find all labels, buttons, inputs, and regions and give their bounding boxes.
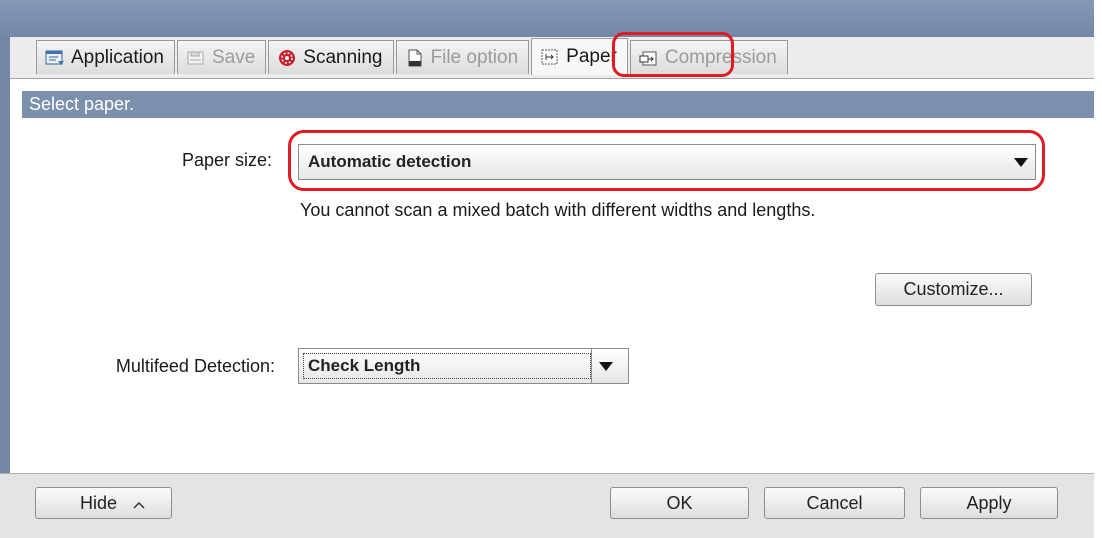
hide-button-label: Hide — [80, 492, 118, 513]
customize-button[interactable]: Customize... — [875, 273, 1032, 306]
application-icon — [45, 49, 65, 67]
tab-file-option-label: File option — [430, 46, 519, 68]
multifeed-detection-value: Check Length — [303, 353, 591, 379]
hide-button[interactable]: Hide — [35, 487, 172, 519]
tab-paper[interactable]: Paper — [531, 38, 628, 75]
multifeed-detection-dropdown[interactable]: Check Length — [298, 348, 629, 384]
paper-size-value: Automatic detection — [308, 152, 472, 171]
cancel-button[interactable]: Cancel — [764, 487, 905, 519]
window-top-frame — [0, 0, 1102, 37]
paper-size-label: Paper size: — [181, 150, 272, 170]
paper-size-dropdown[interactable]: Automatic detection — [298, 144, 1036, 180]
multifeed-detection-label: Multifeed Detection: — [115, 356, 275, 376]
chevron-down-icon — [1007, 157, 1035, 167]
chevron-up-icon — [133, 493, 145, 514]
scanning-icon — [277, 49, 297, 67]
tab-scanning[interactable]: Scanning — [268, 40, 394, 74]
chevron-down-icon — [591, 349, 620, 383]
tab-save[interactable]: Save — [176, 40, 267, 74]
apply-button[interactable]: Apply — [920, 487, 1058, 519]
tab-application-label: Application — [71, 46, 164, 68]
tab-strip: Application Save Scanning File option Pa… — [36, 36, 790, 75]
tab-paper-label: Paper — [566, 46, 617, 67]
tab-save-label: Save — [211, 46, 256, 68]
scan-settings-window: Application Save Scanning File option Pa… — [0, 0, 1102, 538]
tab-scanning-label: Scanning — [303, 46, 383, 68]
save-icon — [186, 49, 206, 67]
window-right-margin — [1094, 0, 1102, 537]
window-left-frame — [0, 37, 10, 473]
tab-file-option[interactable]: File option — [395, 40, 530, 74]
compression-icon — [639, 49, 659, 67]
file-option-icon — [405, 49, 425, 67]
tab-compression-label: Compression — [664, 46, 777, 68]
tab-application[interactable]: Application — [36, 40, 175, 74]
ok-button[interactable]: OK — [610, 487, 749, 519]
paper-size-note: You cannot scan a mixed batch with diffe… — [300, 200, 816, 220]
section-header: Select paper. — [22, 91, 1094, 118]
paper-icon — [540, 48, 560, 66]
tab-compression[interactable]: Compression — [629, 40, 788, 74]
